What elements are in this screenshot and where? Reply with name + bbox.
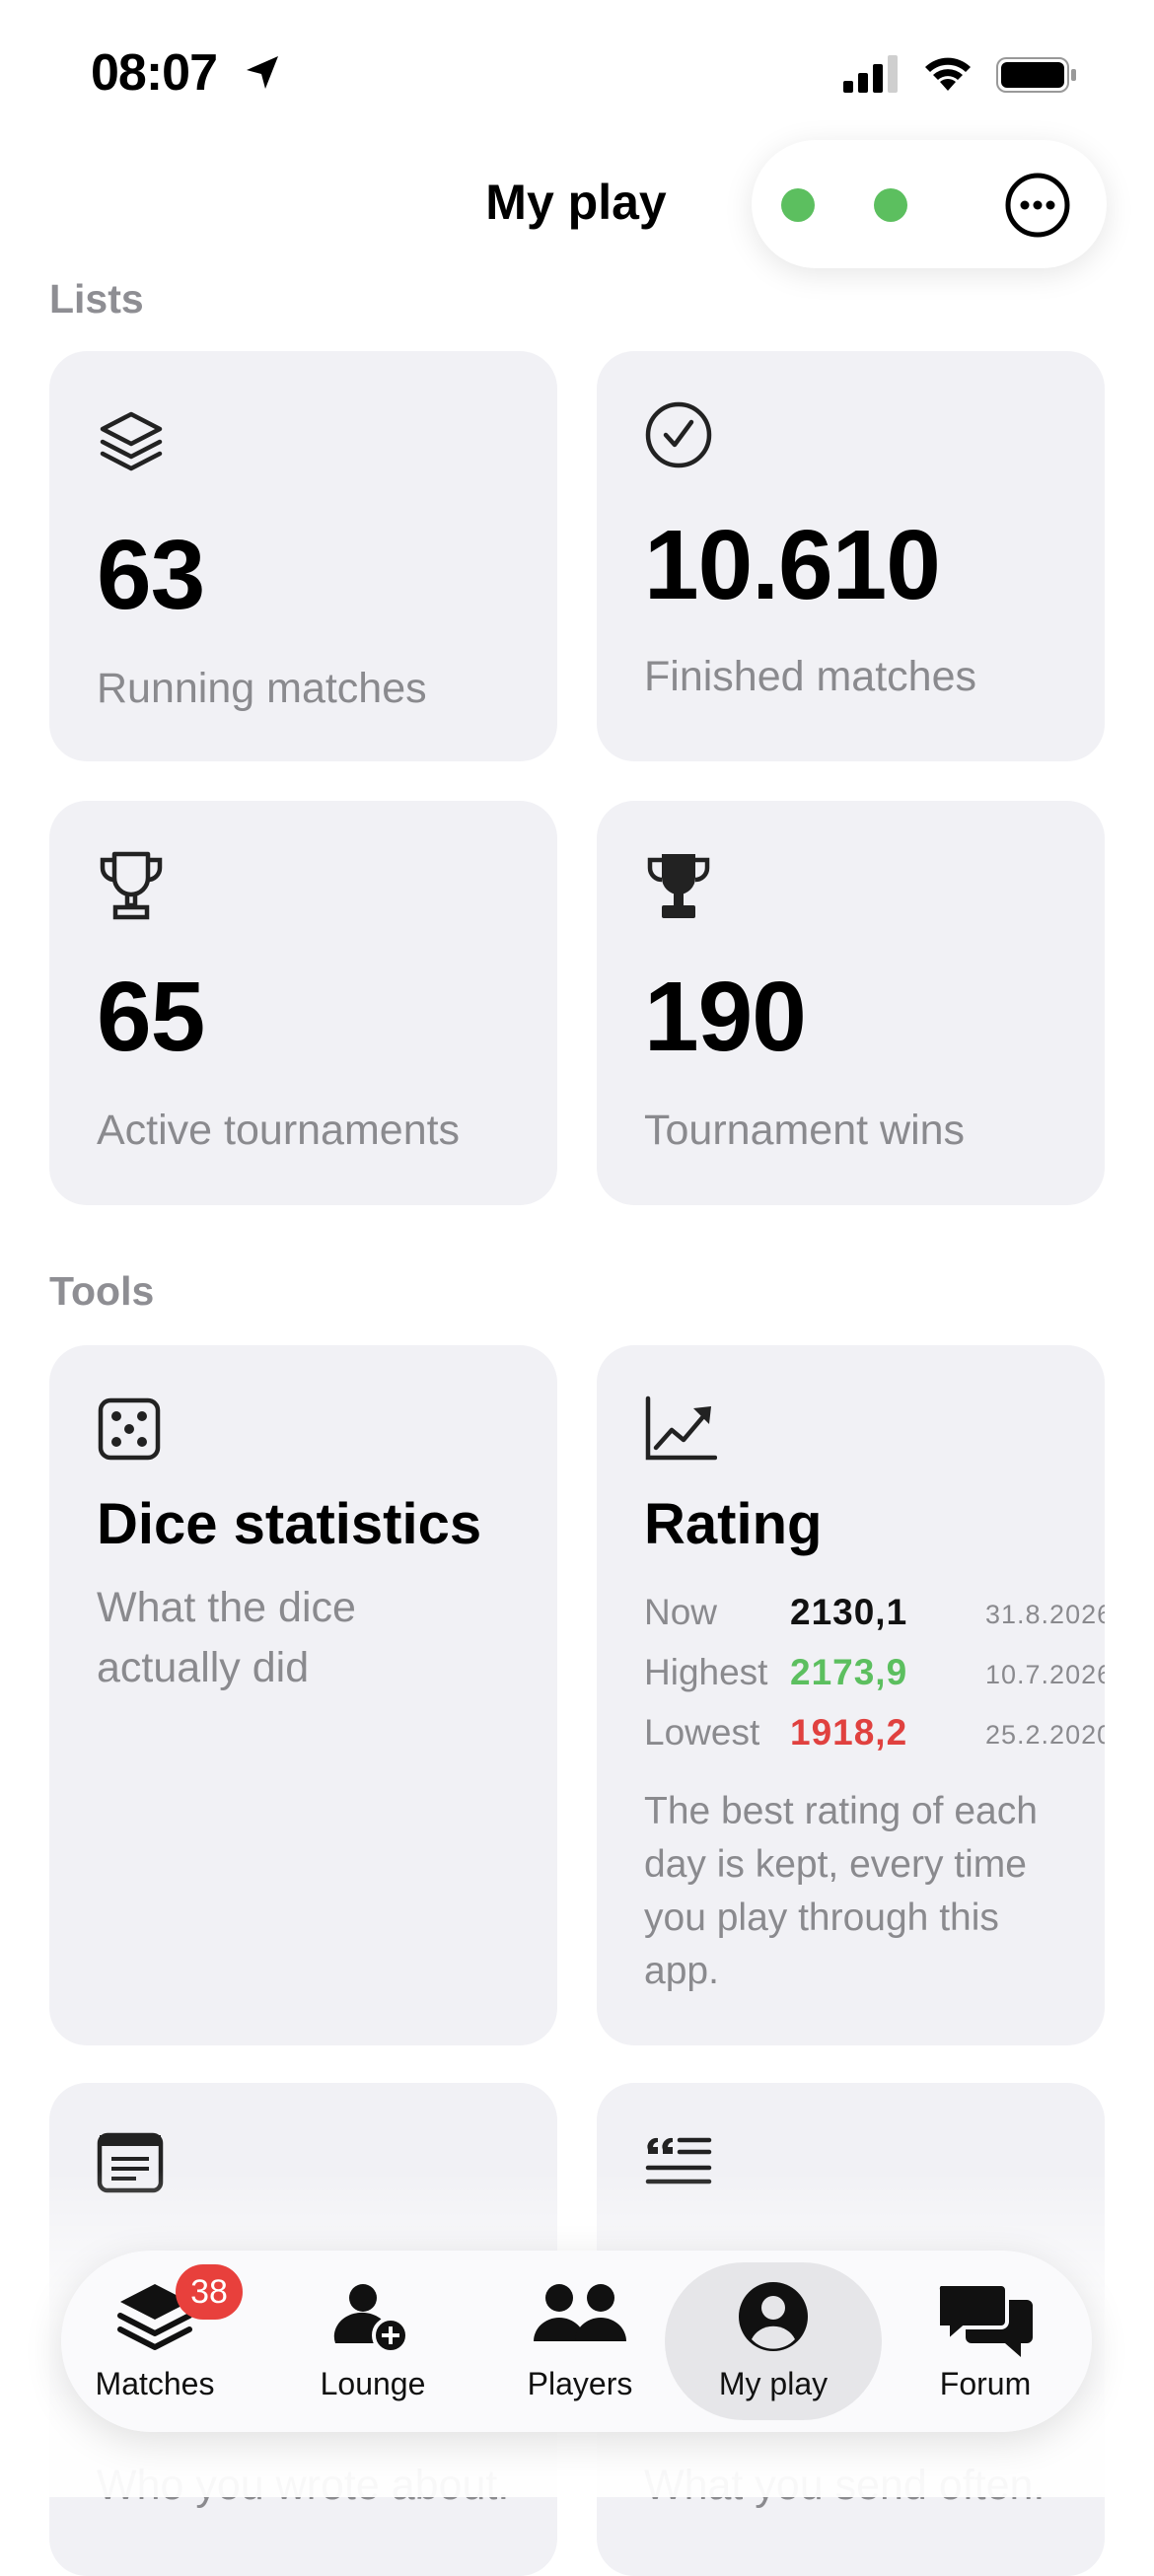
rating-label: Lowest — [644, 1712, 760, 1753]
finished-matches-card[interactable]: 10.610 Finished matches — [597, 351, 1105, 761]
status-dot-green — [874, 188, 907, 222]
running-matches-label: Running matches — [97, 665, 427, 712]
battery-icon — [996, 57, 1076, 93]
rating-value-highest: 2173,9 — [790, 1652, 908, 1692]
dice-statistics-desc: What the dice actually did — [97, 1584, 356, 1691]
tab-lounge[interactable]: Lounge — [304, 2251, 442, 2432]
check-circle-icon — [645, 401, 712, 468]
tab-players[interactable]: Players — [511, 2251, 649, 2432]
tab-label: My play — [718, 2366, 829, 2401]
trophy-outline-icon — [100, 851, 163, 920]
tab-label: Matches — [95, 2366, 215, 2401]
rating-date: 25.2.2020 — [985, 1720, 1105, 1750]
running-matches-count: 63 — [97, 520, 205, 630]
rating-title: Rating — [644, 1492, 823, 1556]
tab-label: Forum — [939, 2366, 1032, 2401]
rating-date: 10.7.2026 — [985, 1660, 1105, 1689]
rating-note: The best rating of each day is kept, eve… — [644, 1790, 1038, 1992]
chat-bubbles-icon — [936, 2282, 1033, 2357]
rating-value-lowest: 1918,2 — [790, 1712, 908, 1753]
section-label-tools: Tools — [49, 1268, 155, 1314]
rating-row-highest: Highest 2173,9 10.7.2026 — [644, 1652, 1105, 1707]
section-label-lists: Lists — [49, 276, 144, 322]
dice-icon — [98, 1397, 161, 1461]
active-tournaments-card[interactable]: 65 Active tournaments — [49, 801, 557, 1205]
rating-label: Now — [644, 1592, 718, 1632]
tab-my-play[interactable]: My play — [665, 2262, 882, 2420]
rating-card[interactable]: Rating Now 2130,1 31.8.2026 Highest 2173… — [597, 1345, 1105, 2045]
tab-label: Lounge — [320, 2366, 426, 2401]
dice-statistics-title: Dice statistics — [97, 1492, 482, 1556]
running-matches-card[interactable]: 63 Running matches — [49, 351, 557, 761]
tab-bar: 38 Matches Lounge Players My play Forum — [61, 2251, 1092, 2432]
status-time: 08:07 — [91, 44, 218, 102]
tab-forum[interactable]: Forum — [911, 2251, 1059, 2432]
cellular-signal-icon — [843, 55, 898, 93]
person-add-icon — [333, 2284, 409, 2354]
matches-badge: 38 — [176, 2264, 243, 2320]
rating-date: 31.8.2026 — [985, 1600, 1105, 1629]
tab-matches[interactable]: 38 Matches — [81, 2251, 243, 2432]
dice-statistics-card[interactable]: Dice statistics What the dice actually d… — [49, 1345, 557, 2045]
status-bar: 08:07 — [0, 0, 1154, 138]
rating-row-lowest: Lowest 1918,2 25.2.2020 — [644, 1712, 1105, 1767]
active-tournaments-label: Active tournaments — [97, 1107, 461, 1154]
chart-up-icon — [645, 1395, 717, 1461]
layers-icon — [100, 411, 163, 471]
account-circle-icon — [739, 2282, 808, 2351]
rating-row-now: Now 2130,1 31.8.2026 — [644, 1592, 1105, 1647]
wifi-icon — [925, 57, 971, 91]
status-dot-green — [781, 188, 815, 222]
tournament-wins-count: 190 — [644, 962, 807, 1072]
rating-label: Highest — [644, 1652, 768, 1692]
header-capsule — [752, 140, 1107, 268]
tab-label: Players — [527, 2366, 633, 2401]
rating-value-now: 2130,1 — [790, 1592, 908, 1632]
people-icon — [534, 2284, 626, 2341]
finished-matches-label: Finished matches — [644, 653, 976, 700]
finished-matches-count: 10.610 — [644, 510, 941, 620]
location-arrow-icon — [247, 56, 278, 89]
tournament-wins-card[interactable]: 190 Tournament wins — [597, 801, 1105, 1205]
active-tournaments-count: 65 — [97, 962, 205, 1072]
more-options-icon[interactable] — [1004, 172, 1071, 239]
trophy-filled-icon — [647, 854, 710, 918]
tournament-wins-label: Tournament wins — [644, 1107, 966, 1154]
